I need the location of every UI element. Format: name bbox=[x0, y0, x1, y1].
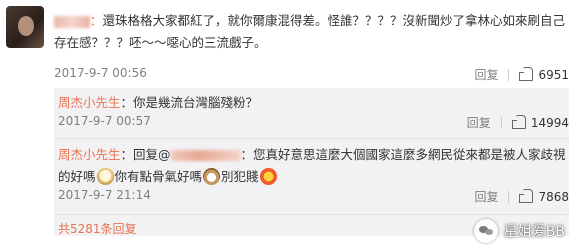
avatar[interactable] bbox=[6, 6, 44, 48]
reply-text: 你有點骨氣好嗎 bbox=[114, 169, 203, 184]
comment-meta: 2017-9-7 00:56 回复 6951 bbox=[54, 66, 569, 82]
like-button[interactable]: 7868 bbox=[519, 189, 569, 204]
thumbs-up-icon bbox=[511, 115, 526, 129]
replies-panel: 周杰小先生：你是幾流台灣腦殘粉？ 2017-9-7 00:57 回复 14994… bbox=[54, 88, 569, 236]
angry-emoji-icon bbox=[259, 168, 277, 185]
reply-button[interactable]: 回复 bbox=[467, 114, 491, 131]
thumbs-up-icon bbox=[519, 189, 534, 203]
dog-emoji-icon bbox=[203, 168, 221, 185]
like-count: 7868 bbox=[538, 189, 569, 204]
divider bbox=[500, 116, 502, 129]
reply-text: 別犯賤 bbox=[221, 169, 259, 184]
like-count: 6951 bbox=[538, 67, 569, 82]
watermark: 星姐爱BB bbox=[473, 219, 565, 243]
wechat-icon bbox=[473, 219, 498, 243]
comment-username[interactable]: ： bbox=[54, 13, 103, 28]
comment-text: ：還珠格格大家都紅了，就你爾康混得差。怪誰？？？？沒新聞炒了拿林心如來刷自己存在… bbox=[54, 10, 569, 54]
sheep-emoji-icon bbox=[96, 168, 114, 185]
reply-prefix: ：回复@ bbox=[120, 147, 171, 162]
more-replies-link[interactable]: 共5281条回复 bbox=[58, 220, 137, 237]
reply-button[interactable]: 回复 bbox=[474, 188, 498, 205]
reply-divider bbox=[54, 214, 569, 215]
reply-divider bbox=[54, 138, 569, 139]
reply-item: 周杰小先生：你是幾流台灣腦殘粉？ 2017-9-7 00:57 回复 14994 bbox=[54, 92, 569, 130]
comment-date: 2017-9-7 00:56 bbox=[54, 66, 147, 80]
divider bbox=[508, 190, 510, 203]
divider bbox=[508, 68, 510, 81]
watermark-text: 星姐爱BB bbox=[503, 224, 565, 240]
thumbs-up-icon bbox=[519, 67, 534, 81]
reply-date: 2017-9-7 21:14 bbox=[58, 188, 151, 202]
reply-item: 周杰小先生：回复@ ：您真好意思這麼大個國家這麼多網民從來都是被人家歧視的好嗎 你有… bbox=[54, 144, 569, 204]
reply-text: ：你是幾流台灣腦殘粉？ bbox=[120, 95, 259, 110]
reply-username[interactable]: 周杰小先生 bbox=[58, 95, 121, 110]
mention-link[interactable] bbox=[170, 150, 241, 161]
reply-button[interactable]: 回复 bbox=[474, 66, 498, 83]
like-button[interactable]: 14994 bbox=[511, 115, 569, 130]
reply-username[interactable]: 周杰小先生 bbox=[58, 147, 121, 162]
reply-date: 2017-9-7 00:57 bbox=[58, 114, 151, 128]
like-button[interactable]: 6951 bbox=[519, 67, 569, 82]
like-count: 14994 bbox=[530, 115, 569, 130]
comment-body: 還珠格格大家都紅了，就你爾康混得差。怪誰？？？？沒新聞炒了拿林心如來刷自己存在感… bbox=[54, 13, 566, 50]
